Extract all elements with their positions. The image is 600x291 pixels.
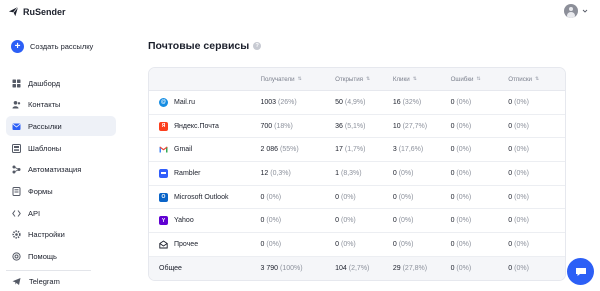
outlook-icon: O bbox=[159, 192, 168, 202]
page-title: Почтовые сервисы ? bbox=[148, 40, 568, 52]
sidebar-item-dashboard[interactable]: Дашборд bbox=[6, 73, 116, 93]
table-row: O Microsoft Outlook 0 (0%) 0 (0%) 0 (0%) … bbox=[149, 186, 565, 210]
chevron-down-icon[interactable] bbox=[582, 8, 588, 14]
sidebar-item-label: API bbox=[28, 208, 41, 218]
brand-logo[interactable]: RuSender bbox=[8, 6, 66, 17]
mailru-icon: @ bbox=[159, 97, 168, 107]
column-header-recipients[interactable]: Получатели ⇅ bbox=[261, 76, 336, 83]
sidebar-item-api[interactable]: API bbox=[6, 203, 116, 223]
mailings-icon bbox=[12, 123, 21, 130]
gmail-icon bbox=[159, 146, 168, 153]
help-icon bbox=[12, 252, 21, 261]
table-row: Y Yahoo 0 (0%) 0 (0%) 0 (0%) 0 (0%) 0 (0%… bbox=[149, 209, 565, 234]
user-avatar-icon[interactable] bbox=[564, 4, 578, 18]
sidebar-item-contacts[interactable]: Контакты bbox=[6, 95, 116, 115]
rusender-logo-icon bbox=[8, 6, 19, 17]
table-row: Прочее 0 (0%) 0 (0%) 0 (0%) 0 (0%) 0 (0%… bbox=[149, 233, 565, 257]
sidebar-item-label: Шаблоны bbox=[28, 143, 62, 153]
column-header-unsubscribes[interactable]: Отписки ⇅ bbox=[508, 76, 565, 83]
sort-icon: ⇅ bbox=[535, 75, 540, 82]
sidebar-item-label: Формы bbox=[28, 186, 53, 196]
table-row: @ Mail.ru 1003 (26%) 50 (4,9%) 16 (32%) 0… bbox=[149, 91, 565, 115]
create-mailing-label: Создать рассылку bbox=[30, 42, 94, 51]
telegram-icon bbox=[12, 278, 21, 285]
rambler-icon bbox=[159, 168, 168, 178]
support-chat-button[interactable] bbox=[567, 258, 594, 285]
column-header-errors[interactable]: Ошибки ⇅ bbox=[451, 76, 509, 83]
sidebar-item-settings[interactable]: Настройки bbox=[6, 225, 116, 245]
sidebar-item-forms[interactable]: Формы bbox=[6, 181, 116, 201]
sidebar-item-label: Помощь bbox=[28, 252, 57, 261]
sidebar: + Создать рассылку Дашборд Контакты Расс… bbox=[0, 30, 120, 291]
brand-name: RuSender bbox=[23, 6, 66, 17]
main-content: Почтовые сервисы ? Получатели ⇅ Открытия ⇅… bbox=[148, 40, 568, 281]
sidebar-item-label: Рассылки bbox=[28, 121, 62, 131]
sidebar-item-label: Настройки bbox=[28, 230, 65, 240]
sidebar-item-label: Контакты bbox=[28, 100, 61, 110]
total-label: Общее bbox=[159, 264, 182, 272]
sort-icon: ⇅ bbox=[297, 75, 302, 82]
automation-icon bbox=[12, 165, 21, 174]
sidebar-item-label: Дашборд bbox=[28, 78, 61, 88]
create-mailing-button[interactable]: + Создать рассылку bbox=[11, 40, 93, 53]
sort-icon: ⇅ bbox=[412, 75, 417, 82]
plus-icon: + bbox=[11, 40, 24, 53]
contacts-icon bbox=[12, 101, 21, 109]
mail-services-table: Получатели ⇅ Открытия ⇅ Клики ⇅ Ошибки ⇅ Отп… bbox=[148, 67, 566, 281]
sidebar-item-mailings[interactable]: Рассылки bbox=[6, 116, 116, 137]
sidebar-item-label: Автоматизация bbox=[28, 165, 82, 175]
table-row: Gmail 2 086 (55%) 17 (1,7%) 3 (17,6%) 0 … bbox=[149, 138, 565, 163]
telegram-label: Telegram bbox=[29, 277, 60, 286]
sidebar-item-templates[interactable]: Шаблоны bbox=[6, 138, 116, 158]
sidebar-item-automation[interactable]: Автоматизация bbox=[6, 160, 116, 180]
forms-icon bbox=[12, 186, 21, 196]
api-icon bbox=[12, 209, 21, 217]
settings-icon bbox=[12, 230, 21, 239]
sidebar-item-help[interactable]: Помощь bbox=[6, 247, 116, 267]
sort-icon: ⇅ bbox=[476, 75, 481, 82]
other-mail-icon bbox=[159, 240, 168, 249]
yandex-icon: Я bbox=[159, 121, 168, 131]
info-icon[interactable]: ? bbox=[253, 42, 262, 50]
top-bar: RuSender bbox=[0, 0, 600, 26]
chat-icon bbox=[575, 267, 586, 276]
yahoo-icon: Y bbox=[159, 216, 168, 226]
sort-icon: ⇅ bbox=[366, 75, 371, 82]
templates-icon bbox=[12, 143, 21, 153]
user-menu[interactable] bbox=[564, 4, 588, 18]
sidebar-divider bbox=[6, 270, 91, 271]
page-title-text: Почтовые сервисы bbox=[148, 40, 250, 52]
column-header-opens[interactable]: Открытия ⇅ bbox=[335, 76, 393, 83]
telegram-link[interactable]: Telegram bbox=[12, 277, 60, 286]
sidebar-nav: Дашборд Контакты Рассылки Шаблоны Автома… bbox=[6, 73, 116, 268]
table-row: Я Яндекс.Почта 700 (18%) 36 (5,1%) 10 (27… bbox=[149, 115, 565, 139]
column-header-clicks[interactable]: Клики ⇅ bbox=[393, 76, 451, 83]
table-header: Получатели ⇅ Открытия ⇅ Клики ⇅ Ошибки ⇅ Отп… bbox=[149, 68, 565, 91]
table-row: Rambler 12 (0,3%) 1 (8,3%) 0 (0%) 0 (0%)… bbox=[149, 162, 565, 186]
dashboard-icon bbox=[12, 79, 21, 87]
table-total-row: Общее 3 790 (100%) 104 (2,7%) 29 (27,8%)… bbox=[149, 256, 565, 280]
